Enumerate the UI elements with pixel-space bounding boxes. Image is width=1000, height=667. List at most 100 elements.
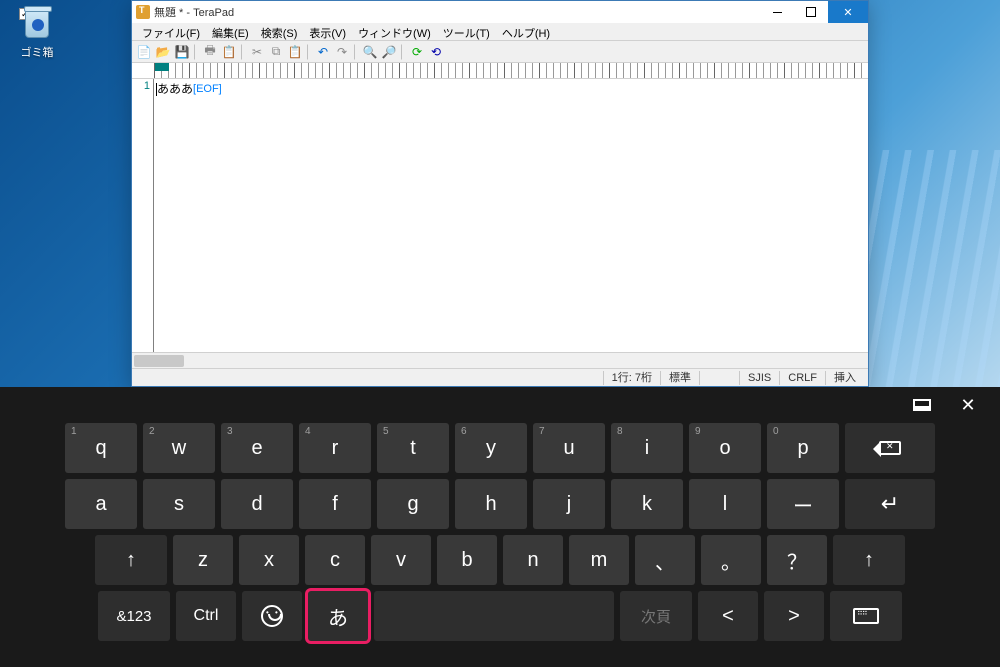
key-shift-right[interactable] bbox=[833, 535, 905, 585]
key-q[interactable]: 1q bbox=[65, 423, 137, 473]
horizontal-scrollbar[interactable] bbox=[132, 352, 868, 368]
key-t[interactable]: 5t bbox=[377, 423, 449, 473]
cursor-indicator bbox=[155, 63, 169, 71]
paste-icon[interactable]: 📋 bbox=[286, 43, 304, 61]
terapad-window: 無題 * - TeraPad ファイル(F) 編集(E) 検索(S) 表示(V)… bbox=[131, 0, 869, 387]
status-encoding: SJIS bbox=[739, 371, 779, 385]
key-k[interactable]: k bbox=[611, 479, 683, 529]
key-right[interactable]: > bbox=[764, 591, 824, 641]
redo-icon[interactable]: ↷ bbox=[333, 43, 351, 61]
undo-icon[interactable]: ↶ bbox=[314, 43, 332, 61]
tool1-icon[interactable]: ⟳ bbox=[408, 43, 426, 61]
keyboard-icon bbox=[853, 608, 879, 624]
key-、[interactable]: 、 bbox=[635, 535, 695, 585]
key-c[interactable]: c bbox=[305, 535, 365, 585]
ruler bbox=[132, 63, 868, 79]
key-l[interactable]: l bbox=[689, 479, 761, 529]
key-ー[interactable]: ー bbox=[767, 479, 839, 529]
menu-help[interactable]: ヘルプ(H) bbox=[496, 23, 556, 40]
key-o[interactable]: 9o bbox=[689, 423, 761, 473]
cut-icon[interactable]: ✂ bbox=[248, 43, 266, 61]
separator bbox=[194, 44, 198, 60]
line-number: 1 bbox=[132, 80, 150, 92]
key-enter[interactable] bbox=[845, 479, 935, 529]
key-ime-mode[interactable]: あ bbox=[308, 591, 368, 641]
menu-view[interactable]: 表示(V) bbox=[303, 23, 352, 40]
key-w[interactable]: 2w bbox=[143, 423, 215, 473]
key-e[interactable]: 3e bbox=[221, 423, 293, 473]
open-icon[interactable]: 📂 bbox=[154, 43, 172, 61]
key-left[interactable]: < bbox=[698, 591, 758, 641]
key-m[interactable]: m bbox=[569, 535, 629, 585]
dock-button[interactable] bbox=[910, 393, 934, 417]
key-space[interactable] bbox=[374, 591, 614, 641]
editor-text: あああ bbox=[157, 82, 193, 96]
status-insert: 挿入 bbox=[825, 371, 864, 385]
editor-area: 1 あああ[EOF] bbox=[132, 79, 868, 352]
find-icon[interactable]: 🔍 bbox=[361, 43, 379, 61]
menu-window[interactable]: ウィンドウ(W) bbox=[352, 23, 437, 40]
key-j[interactable]: j bbox=[533, 479, 605, 529]
status-position: 1行: 7桁 bbox=[603, 371, 660, 385]
key-a[interactable]: a bbox=[65, 479, 137, 529]
menu-edit[interactable]: 編集(E) bbox=[206, 23, 255, 40]
new-icon[interactable]: 📄 bbox=[135, 43, 153, 61]
preview-icon[interactable]: 📋 bbox=[220, 43, 238, 61]
tool2-icon[interactable]: ⟲ bbox=[427, 43, 445, 61]
recycle-bin-label: ゴミ箱 bbox=[12, 44, 62, 60]
key-u[interactable]: 7u bbox=[533, 423, 605, 473]
key-n[interactable]: n bbox=[503, 535, 563, 585]
menu-tool[interactable]: ツール(T) bbox=[437, 23, 496, 40]
key-b[interactable]: b bbox=[437, 535, 497, 585]
eof-marker: [EOF] bbox=[193, 83, 222, 95]
statusbar: 1行: 7桁 標準 SJIS CRLF 挿入 bbox=[132, 368, 868, 386]
separator bbox=[354, 44, 358, 60]
status-newline: CRLF bbox=[779, 371, 825, 385]
key-convert[interactable]: 次頁 bbox=[620, 591, 692, 641]
copy-icon[interactable]: ⧉ bbox=[267, 43, 285, 61]
key-。[interactable]: 。 bbox=[701, 535, 761, 585]
key-h[interactable]: h bbox=[455, 479, 527, 529]
key-backspace[interactable] bbox=[845, 423, 935, 473]
close-button[interactable] bbox=[828, 1, 868, 23]
key-keyboard-layout[interactable] bbox=[830, 591, 902, 641]
app-icon bbox=[136, 5, 150, 19]
text-content[interactable]: あああ[EOF] bbox=[154, 79, 868, 352]
key-i[interactable]: 8i bbox=[611, 423, 683, 473]
separator bbox=[241, 44, 245, 60]
close-keyboard-button[interactable] bbox=[956, 393, 980, 417]
on-screen-keyboard: 1q2w3e4r5t6y7u8i9o0p asdfghjklー zxcvbnm、… bbox=[0, 387, 1000, 667]
window-title: 無題 * - TeraPad bbox=[154, 4, 234, 20]
smile-icon bbox=[261, 605, 283, 627]
key-ctrl[interactable]: Ctrl bbox=[176, 591, 236, 641]
print-icon[interactable]: 🖶 bbox=[201, 43, 219, 61]
separator bbox=[307, 44, 311, 60]
key-z[interactable]: z bbox=[173, 535, 233, 585]
key-d[interactable]: d bbox=[221, 479, 293, 529]
key-v[interactable]: v bbox=[371, 535, 431, 585]
key-x[interactable]: x bbox=[239, 535, 299, 585]
menu-file[interactable]: ファイル(F) bbox=[136, 23, 206, 40]
key-num-mode[interactable]: &123 bbox=[98, 591, 170, 641]
key-s[interactable]: s bbox=[143, 479, 215, 529]
find-next-icon[interactable]: 🔎 bbox=[380, 43, 398, 61]
separator bbox=[401, 44, 405, 60]
dock-icon bbox=[913, 399, 931, 411]
save-icon[interactable]: 💾 bbox=[173, 43, 191, 61]
minimize-button[interactable] bbox=[760, 1, 794, 23]
menubar: ファイル(F) 編集(E) 検索(S) 表示(V) ウィンドウ(W) ツール(T… bbox=[132, 23, 868, 41]
key-shift-left[interactable] bbox=[95, 535, 167, 585]
maximize-button[interactable] bbox=[794, 1, 828, 23]
key-r[interactable]: 4r bbox=[299, 423, 371, 473]
titlebar[interactable]: 無題 * - TeraPad bbox=[132, 1, 868, 23]
key-f[interactable]: f bbox=[299, 479, 371, 529]
key-g[interactable]: g bbox=[377, 479, 449, 529]
key-p[interactable]: 0p bbox=[767, 423, 839, 473]
toolbar: 📄 📂 💾 🖶 📋 ✂ ⧉ 📋 ↶ ↷ 🔍 🔎 ⟳ ⟲ bbox=[132, 41, 868, 63]
menu-search[interactable]: 検索(S) bbox=[255, 23, 304, 40]
key-y[interactable]: 6y bbox=[455, 423, 527, 473]
desktop-recycle-bin[interactable]: ゴミ箱 bbox=[12, 8, 62, 60]
key-emoji[interactable] bbox=[242, 591, 302, 641]
line-gutter: 1 bbox=[132, 79, 154, 352]
key-？[interactable]: ？ bbox=[767, 535, 827, 585]
